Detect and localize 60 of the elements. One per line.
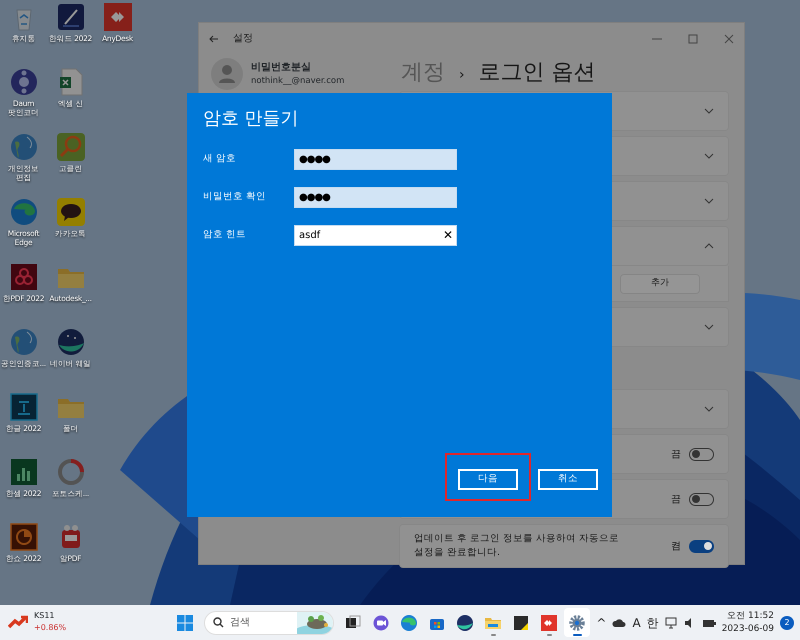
- toggle-switch[interactable]: [689, 492, 714, 506]
- password-field[interactable]: ●●●●: [294, 148, 457, 170]
- remote-app-icon: [540, 614, 558, 632]
- search-field[interactable]: 검색: [204, 610, 334, 634]
- widget-name: KS11: [34, 610, 56, 622]
- breadcrumb-separator: ›: [459, 66, 465, 85]
- toggle-switch[interactable]: [689, 540, 714, 552]
- browser-icon: [400, 614, 418, 632]
- cloud-icon[interactable]: [612, 616, 626, 628]
- search-icon: [213, 617, 224, 628]
- field-label: 암호 힌트: [203, 228, 248, 242]
- tray-overflow-button[interactable]: ^: [596, 614, 606, 632]
- pen-app-icon[interactable]: [56, 2, 86, 32]
- start-icon: [177, 614, 193, 630]
- input-mode-indicator[interactable]: A: [632, 614, 641, 632]
- stock-chart-icon[interactable]: [8, 615, 28, 629]
- film-reel-icon[interactable]: [8, 67, 38, 97]
- toggle-switch[interactable]: [689, 448, 714, 460]
- window-title: 설정: [233, 32, 253, 46]
- field-label: 비밀번호 확인: [203, 190, 268, 204]
- chat-icon: [372, 614, 390, 632]
- toggle-state-label: 켬: [671, 540, 681, 554]
- password-field[interactable]: ●●●●: [294, 186, 457, 208]
- notification-badge[interactable]: 2: [780, 616, 794, 630]
- clock[interactable]: 오전 11:52 2023-06-09: [722, 610, 774, 636]
- next-button[interactable]: 다음: [458, 469, 518, 490]
- toggle-state-label: 끔: [671, 448, 681, 462]
- account-email: nothink__@naver.com: [251, 75, 344, 88]
- chevron-icon[interactable]: [704, 324, 714, 330]
- maximize-icon[interactable]: [688, 34, 698, 44]
- whale-icon: [456, 614, 474, 632]
- chevron-icon[interactable]: [704, 406, 714, 412]
- network-icon[interactable]: [664, 616, 678, 628]
- toggle-state-label: 끔: [671, 492, 681, 506]
- dialog-title: 암호 만들기: [203, 107, 300, 131]
- document-app-icon[interactable]: [8, 392, 38, 422]
- add-button[interactable]: 추가: [620, 274, 700, 294]
- clear-button[interactable]: ✕: [442, 228, 453, 240]
- presentation-app-icon[interactable]: [8, 522, 38, 552]
- settings-icon: [568, 614, 586, 632]
- back-icon[interactable]: [209, 34, 219, 44]
- bar-chart-icon[interactable]: [8, 457, 38, 487]
- avatar: [211, 58, 243, 90]
- remote-app-icon[interactable]: [102, 2, 132, 32]
- chat-bubble-icon[interactable]: [56, 197, 86, 227]
- chevron-icon[interactable]: [704, 198, 714, 204]
- whale-icon[interactable]: [56, 327, 86, 357]
- widget-change: +0.86%: [34, 622, 66, 634]
- account-name: 비밀번호분실: [251, 61, 312, 76]
- sticky-note-icon: [512, 614, 530, 632]
- page-title: 로그인 옵션: [478, 59, 596, 87]
- cancel-button[interactable]: 취소: [538, 469, 598, 490]
- chevron-icon[interactable]: [704, 153, 714, 159]
- setting-description: 업데이트 후 로그인 정보를 사용하여 자동으로 설정을 완료합니다.: [414, 532, 620, 560]
- field-label: 새 암호: [203, 152, 238, 166]
- app-icon[interactable]: [8, 262, 38, 292]
- close-icon[interactable]: [724, 34, 734, 44]
- ime-indicator[interactable]: 한: [646, 614, 659, 632]
- chevron-icon[interactable]: [704, 108, 714, 114]
- chevron-icon[interactable]: [704, 243, 714, 249]
